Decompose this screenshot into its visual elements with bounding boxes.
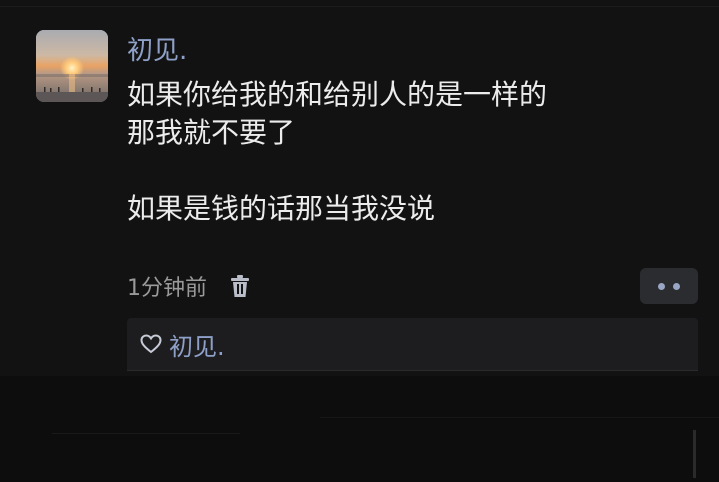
scrollbar[interactable] [693, 430, 696, 478]
avatar[interactable] [36, 30, 108, 102]
liker-name[interactable]: 初见. [169, 327, 225, 362]
likes-box: 初见. [127, 318, 698, 371]
post-content: 如果你给我的和给别人的是一样的 那我就不要了 如果是钱的话那当我没说 [127, 76, 687, 228]
timestamp: 1分钟前 [127, 276, 207, 301]
top-divider [0, 6, 719, 7]
divider [320, 417, 719, 418]
more-button[interactable] [640, 268, 698, 304]
heart-icon[interactable] [139, 332, 163, 356]
more-dots-icon [658, 282, 665, 290]
next-item-area [0, 376, 719, 482]
username[interactable]: 初见. [127, 34, 187, 68]
content-line: 如果是钱的话那当我没说 [127, 192, 436, 225]
sunset-photo [36, 30, 108, 102]
divider [52, 433, 240, 434]
trash-icon [231, 275, 249, 297]
post-meta: 1分钟前 [127, 270, 253, 302]
content-line: 那我就不要了 [127, 116, 296, 149]
more-dots-icon [673, 282, 680, 290]
content-line [127, 152, 687, 190]
delete-button[interactable] [227, 273, 253, 299]
post-card: 初见. 如果你给我的和给别人的是一样的 那我就不要了 如果是钱的话那当我没说 1… [0, 0, 719, 376]
content-line: 如果你给我的和给别人的是一样的 [127, 78, 548, 111]
